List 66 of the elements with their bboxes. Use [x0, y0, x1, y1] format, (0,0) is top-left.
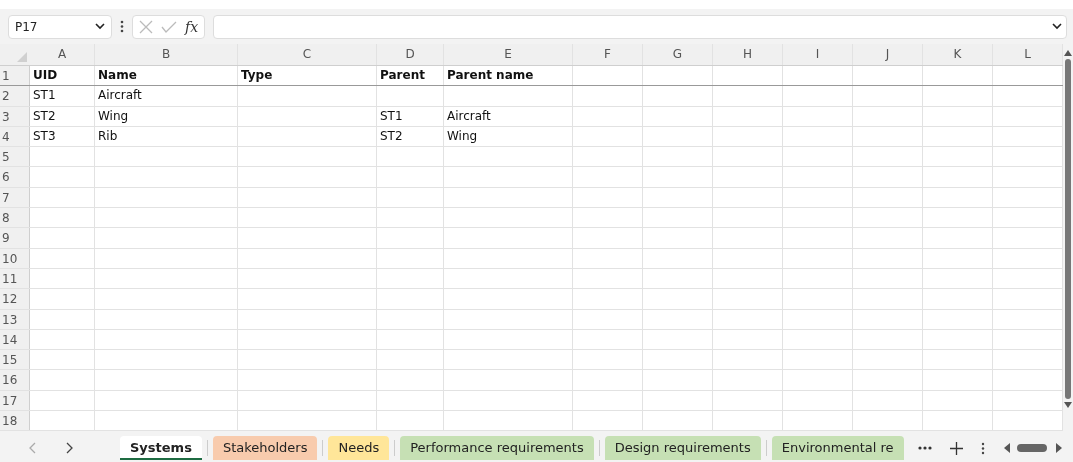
sheet-tab[interactable]: Performance requirements: [400, 436, 594, 460]
row-header[interactable]: 3: [0, 106, 30, 126]
row-header[interactable]: 6: [0, 167, 30, 187]
insert-function-button[interactable]: fx: [185, 18, 199, 35]
column-header[interactable]: C: [238, 44, 377, 65]
row-header[interactable]: 13: [0, 309, 30, 329]
formula-field[interactable]: [213, 14, 1067, 39]
more-options-icon[interactable]: [120, 20, 124, 33]
row-header[interactable]: 4: [0, 126, 30, 147]
column-title: Type: [241, 68, 273, 82]
table-cell: Aircraft: [447, 108, 491, 123]
more-sheets-icon[interactable]: [918, 446, 932, 450]
column-header[interactable]: D: [377, 44, 444, 65]
column-header[interactable]: G: [643, 44, 713, 65]
table-cell: ST2: [33, 108, 56, 123]
scrollbar-thumb[interactable]: [1065, 59, 1071, 399]
row-header[interactable]: 5: [0, 147, 30, 167]
scroll-up-icon[interactable]: [1064, 50, 1072, 56]
table-cell: ST3: [33, 128, 56, 143]
table-cell: Wing: [98, 108, 129, 123]
sheet-tab[interactable]: Design requirements: [604, 436, 761, 460]
column-header[interactable]: K: [923, 44, 993, 65]
column-header[interactable]: B: [95, 44, 238, 65]
check-icon[interactable]: [161, 20, 177, 33]
row-header[interactable]: 8: [0, 208, 30, 228]
column-header[interactable]: L: [993, 44, 1063, 65]
next-sheet-icon[interactable]: [66, 442, 74, 454]
chevron-down-icon[interactable]: [1052, 23, 1062, 30]
row-header[interactable]: 9: [0, 228, 30, 248]
add-sheet-icon[interactable]: [950, 441, 963, 455]
chevron-down-icon: [95, 23, 105, 30]
row-header[interactable]: 18: [0, 411, 30, 431]
row-header[interactable]: 17: [0, 390, 30, 411]
sheet-tab[interactable]: Stakeholders: [212, 436, 318, 460]
column-title: UID: [33, 68, 58, 82]
row-header[interactable]: 1: [0, 66, 30, 86]
row-header[interactable]: 7: [0, 187, 30, 208]
column-header[interactable]: I: [783, 44, 853, 65]
row-header[interactable]: 11: [0, 268, 30, 289]
column-header[interactable]: E: [444, 44, 573, 65]
column-header[interactable]: J: [853, 44, 923, 65]
column-header[interactable]: F: [573, 44, 643, 65]
sheet-tab[interactable]: Systems: [120, 436, 202, 460]
column-header[interactable]: H: [713, 44, 783, 65]
table-cell: ST1: [33, 88, 56, 103]
row-header[interactable]: 12: [0, 289, 30, 309]
table-cell: Rib: [98, 128, 118, 143]
more-options-icon[interactable]: [981, 441, 985, 455]
row-header[interactable]: 10: [0, 248, 30, 268]
row-header[interactable]: 2: [0, 86, 30, 106]
table-cell: ST1: [380, 108, 403, 123]
column-title: Parent name: [447, 68, 534, 82]
table-cell: Aircraft: [98, 88, 142, 103]
table-cell: Wing: [447, 128, 478, 143]
row-header[interactable]: 16: [0, 370, 30, 390]
column-title: Parent: [380, 68, 425, 82]
scroll-down-icon[interactable]: [1064, 402, 1072, 408]
column-header[interactable]: A: [30, 44, 95, 65]
sheet-tab[interactable]: Needs: [328, 436, 390, 460]
horizontal-scrollbar[interactable]: [1003, 442, 1063, 454]
name-box[interactable]: P17: [8, 14, 112, 39]
row-header[interactable]: 14: [0, 329, 30, 350]
table-cell: ST2: [380, 128, 403, 143]
row-header[interactable]: 15: [0, 350, 30, 370]
sheet-tab[interactable]: Environmental re: [771, 436, 904, 460]
column-title: Name: [98, 68, 137, 82]
